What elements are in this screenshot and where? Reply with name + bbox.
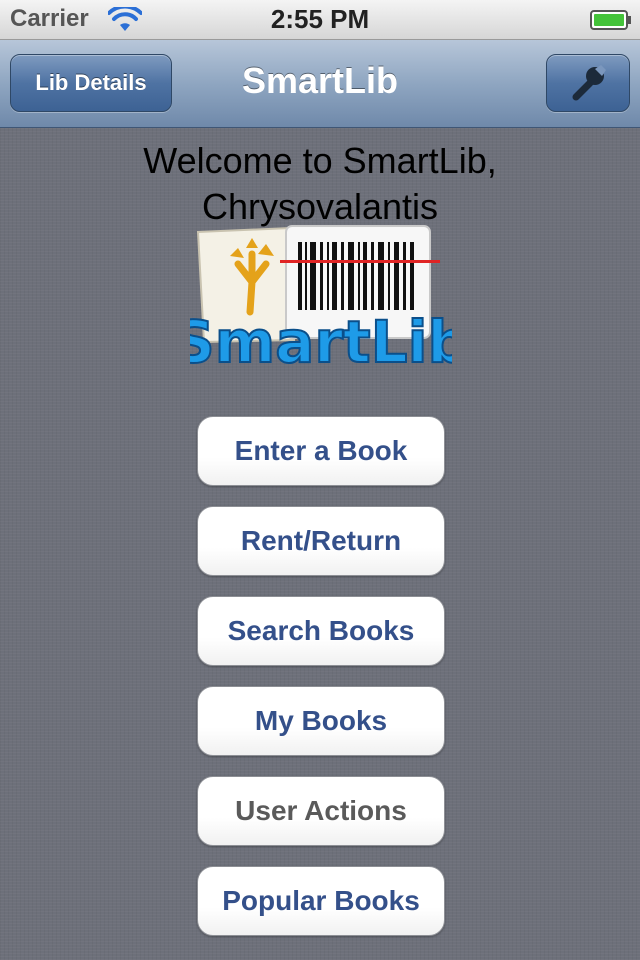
popular-books-label: Popular Books (222, 885, 420, 916)
rent-return-label: Rent/Return (240, 525, 402, 556)
enter-book-button[interactable]: Enter a Book (197, 416, 445, 486)
navigation-bar: Lib Details SmartLib (0, 40, 640, 128)
lib-details-button[interactable]: Lib Details (10, 54, 172, 112)
settings-button[interactable] (546, 54, 630, 112)
my-books-button[interactable]: My Books (197, 686, 445, 756)
search-books-button[interactable]: Search Books (197, 596, 445, 666)
main-content: Welcome to SmartLib, Chrysovalantis Smar… (0, 128, 640, 960)
battery-full-icon (590, 10, 631, 30)
welcome-line: Welcome to SmartLib, (143, 140, 497, 181)
welcome-message: Welcome to SmartLib, Chrysovalantis (0, 138, 640, 230)
smartlib-logo: SmartLib (190, 225, 452, 372)
user-actions-label: User Actions (235, 795, 407, 826)
my-books-label: My Books (254, 705, 388, 736)
status-bar: Carrier 2:55 PM (0, 0, 640, 40)
enter-book-label: Enter a Book (234, 435, 408, 466)
user-actions-button[interactable]: User Actions (197, 776, 445, 846)
svg-text:SmartLib: SmartLib (190, 308, 452, 372)
status-time: 2:55 PM (270, 4, 370, 34)
rent-return-button[interactable]: Rent/Return (197, 506, 445, 576)
lib-details-label: Lib Details (35, 70, 147, 95)
search-books-label: Search Books (227, 615, 415, 646)
wrench-icon (572, 65, 606, 101)
popular-books-button[interactable]: Popular Books (197, 866, 445, 936)
